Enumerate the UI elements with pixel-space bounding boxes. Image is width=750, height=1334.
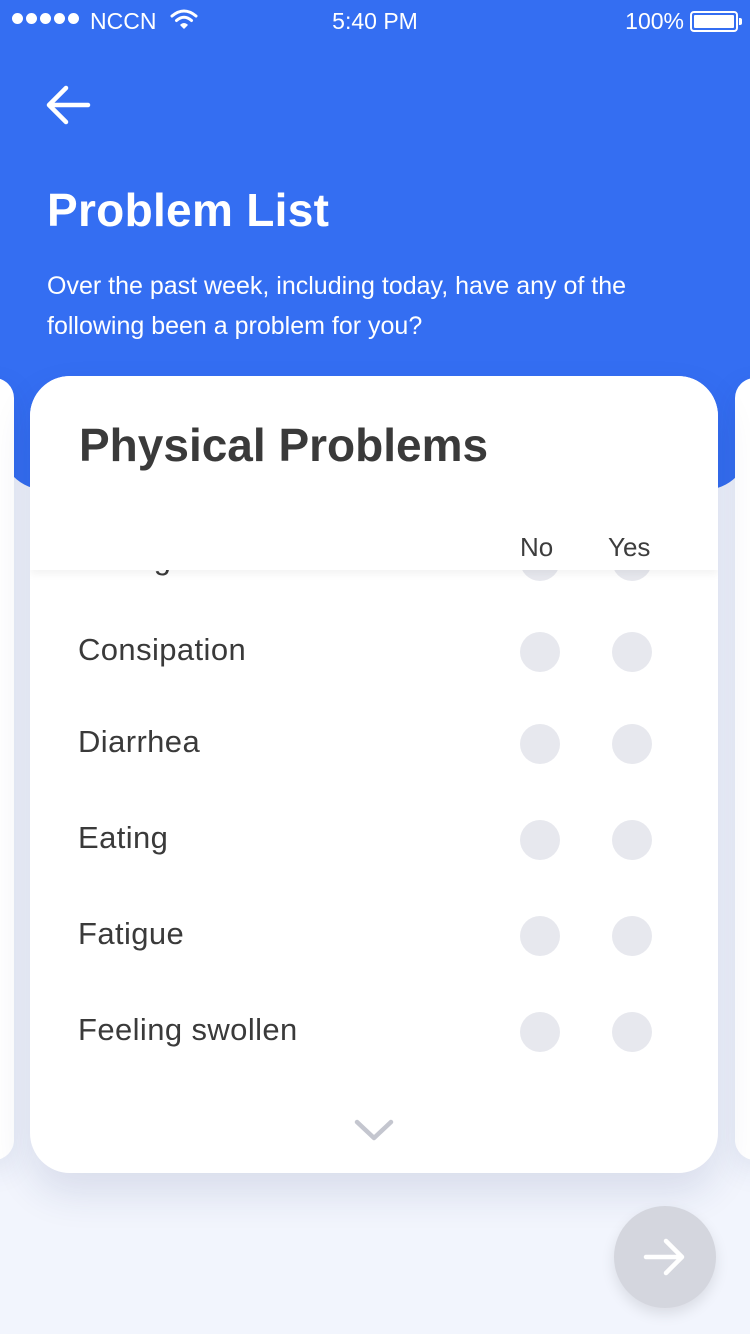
chevron-down-icon[interactable] <box>354 1118 394 1142</box>
arrow-right-icon <box>643 1238 685 1276</box>
problem-label: Consipation <box>78 632 247 667</box>
no-radio[interactable] <box>520 1012 560 1052</box>
yes-radio[interactable] <box>612 820 652 860</box>
arrow-left-icon <box>46 85 91 125</box>
list-item: Eating <box>30 810 718 870</box>
list-item: Diarrhea <box>30 714 718 774</box>
no-radio[interactable] <box>520 916 560 956</box>
battery-percentage: 100% <box>625 8 684 34</box>
problem-category-card: Changes in urination Consipation Diarrhe… <box>30 376 718 1173</box>
yes-radio[interactable] <box>612 1012 652 1052</box>
yes-radio[interactable] <box>612 632 652 672</box>
yes-radio[interactable] <box>612 916 652 956</box>
yes-radio[interactable] <box>612 724 652 764</box>
problem-label: Fatigue <box>78 916 185 951</box>
problem-label: Feeling swollen <box>78 1012 298 1047</box>
list-item: Fatigue <box>30 906 718 966</box>
problem-list-screen: NCCN 5:40 PM 100% Problem List Over the … <box>0 0 750 1334</box>
battery-icon <box>690 11 742 32</box>
status-bar: NCCN 5:40 PM 100% <box>0 0 750 40</box>
problem-label: Diarrhea <box>78 724 201 759</box>
previous-card-peek[interactable] <box>0 378 14 1160</box>
card-title: Physical Problems <box>79 419 489 471</box>
no-radio[interactable] <box>520 724 560 764</box>
page-subtitle: Over the past week, including today, hav… <box>47 272 627 340</box>
page-title: Problem List <box>47 184 330 236</box>
card-header: Physical Problems No Yes <box>30 376 718 570</box>
next-card-peek[interactable] <box>735 378 750 1160</box>
list-item: Feeling swollen <box>30 1002 718 1062</box>
back-button[interactable] <box>40 80 94 130</box>
yes-column-header: Yes <box>608 532 651 562</box>
no-radio[interactable] <box>520 820 560 860</box>
no-radio[interactable] <box>520 632 560 672</box>
problem-label: Eating <box>78 820 169 855</box>
list-item: Consipation <box>30 622 718 682</box>
no-column-header: No <box>520 532 554 562</box>
next-button[interactable] <box>614 1206 716 1308</box>
